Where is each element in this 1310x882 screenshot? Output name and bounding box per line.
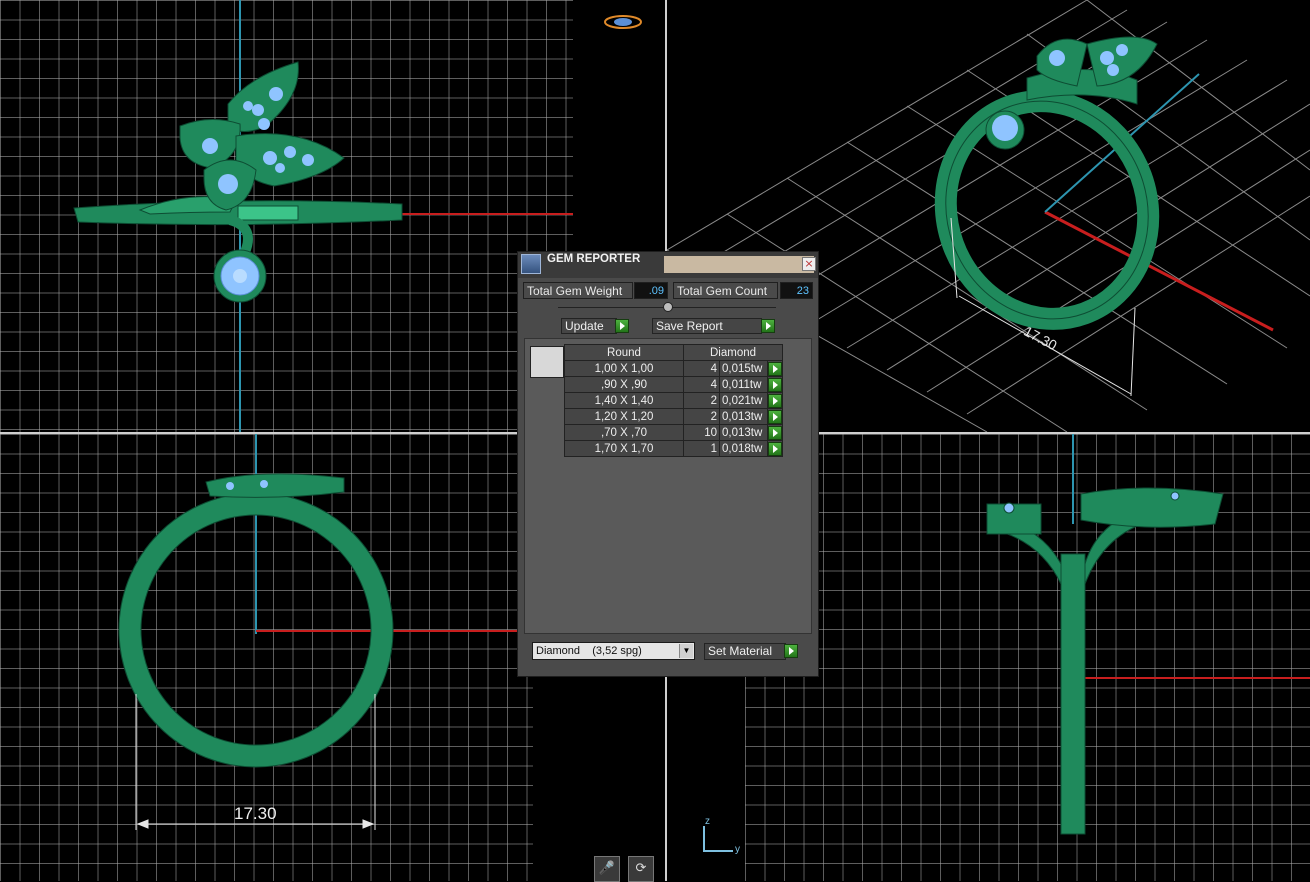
ring-side [986,487,1224,835]
total-gem-count-label: Total Gem Count [673,282,778,299]
col-material: Diamond [683,344,783,361]
table-row[interactable]: ,90 X ,90 4 0,011tw [564,376,783,393]
viewport-side-drawing [986,434,1310,835]
chevron-down-icon[interactable]: ▼ [679,644,693,658]
dialog-title: GEM REPORTER [547,253,641,265]
update-button[interactable]: Update [561,318,617,334]
save-report-button[interactable]: Save Report [652,318,762,334]
axis-gizmo: z y [701,816,741,858]
row-go-button[interactable] [767,360,783,377]
gem-count: 2 [683,408,720,425]
table-row[interactable]: ,70 X ,70 10 0,013tw [564,424,783,441]
gem-table: Round Diamond 1,00 X 1,00 4 0,015tw ,90 … [564,344,783,457]
gem-weight: 0,015tw [719,360,768,377]
viewport-front[interactable]: 17.30 [0,434,533,881]
gem-size: 1,70 X 1,70 [564,440,684,457]
gem-weight: 0,011tw [719,376,768,393]
gem-table-header: Round Diamond [564,344,783,361]
table-row[interactable]: 1,70 X 1,70 1 0,018tw [564,440,783,457]
view-cube-icon[interactable] [573,0,665,40]
material-select[interactable]: Diamond (3,52 spg) ▼ [532,642,695,660]
row-go-button[interactable] [767,392,783,409]
rotate-view-icon[interactable]: ⟳ [628,856,654,882]
gem-size: ,70 X ,70 [564,424,684,441]
row-go-button[interactable] [767,408,783,425]
play-icon[interactable] [768,409,782,424]
gem-count: 4 [683,360,720,377]
play-icon[interactable] [768,361,782,376]
gem-count: 1 [683,440,720,457]
gem-size: 1,00 X 1,00 [564,360,684,377]
splitter-knob-icon[interactable] [663,302,673,312]
ring-perspective [934,36,1160,330]
viewport-top-drawing [73,0,573,432]
set-material-button[interactable]: Set Material [704,643,786,660]
gem-count: 10 [683,424,720,441]
gem-size: 1,20 X 1,20 [564,408,684,425]
gem-weight: 0,018tw [719,440,768,457]
microphone-icon[interactable]: 🎤 [594,856,620,882]
gem-weight: 0,021tw [719,392,768,409]
total-gem-weight-label: Total Gem Weight [523,282,633,299]
gem-weight: 0,013tw [719,424,768,441]
total-gem-count-value: 23 [780,282,813,299]
play-icon[interactable] [768,441,782,456]
play-icon[interactable] [768,377,782,392]
gem-reporter-dialog: GEM REPORTER × Total Gem Weight .09 Tota… [517,251,819,677]
gem-count: 4 [683,376,720,393]
front-dimension-label: 17.30 [234,804,277,823]
play-icon[interactable] [768,425,782,440]
save-report-go-icon[interactable] [761,319,775,333]
col-shape: Round [564,344,684,361]
set-material-go-icon[interactable] [784,644,798,658]
viewport-side[interactable] [745,434,1310,881]
row-go-button[interactable] [767,376,783,393]
axis-z-label: z [705,816,710,827]
center-stone-top [213,249,267,303]
gem-size: 1,40 X 1,40 [564,392,684,409]
table-row[interactable]: 1,40 X 1,40 2 0,021tw [564,392,783,409]
titlebar-drag-area[interactable] [664,256,814,273]
table-row[interactable]: 1,00 X 1,00 4 0,015tw [564,360,783,377]
close-icon[interactable]: × [802,257,816,271]
gem-weight: 0,013tw [719,408,768,425]
table-row[interactable]: 1,20 X 1,20 2 0,013tw [564,408,783,425]
dialog-titlebar[interactable]: GEM REPORTER × [518,252,818,278]
gem-size: ,90 X ,90 [564,376,684,393]
round-gem-icon[interactable] [530,346,564,378]
gem-count: 2 [683,392,720,409]
total-gem-weight-value: .09 [634,282,668,299]
viewport-top[interactable] [0,0,573,432]
row-go-button[interactable] [767,424,783,441]
material-select-value: Diamond (3,52 spg) [536,645,642,657]
axis-y-label: y [735,844,740,855]
update-go-icon[interactable] [615,319,629,333]
gem-reporter-app-icon [521,254,541,274]
play-icon[interactable] [768,393,782,408]
row-go-button[interactable] [767,440,783,457]
butterfly-top [179,61,345,211]
